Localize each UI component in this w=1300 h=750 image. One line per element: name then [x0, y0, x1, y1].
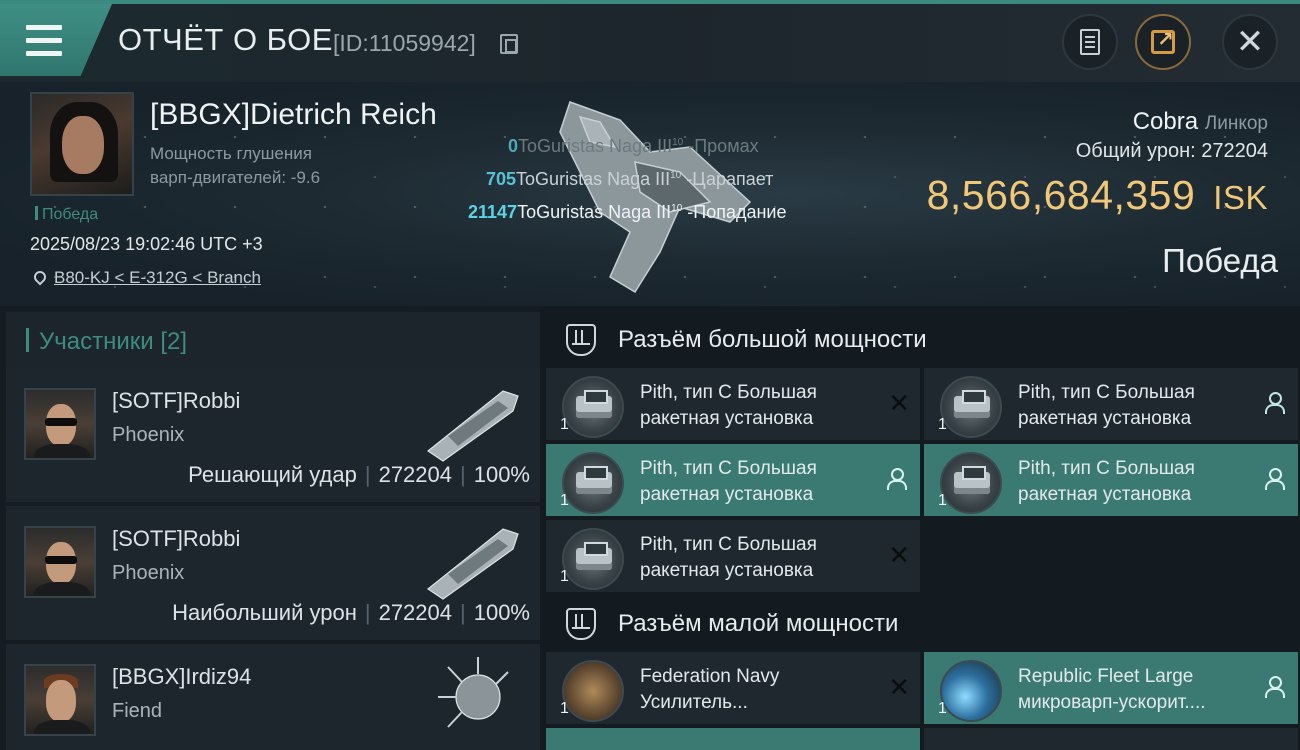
module-slot[interactable]	[546, 728, 920, 750]
top-bar: ОТЧЁТ О БОЕ [ID:11059942] ✕	[0, 0, 1300, 82]
module-slot[interactable]: 1 Federation Navy Усилитель... ✕	[546, 652, 920, 724]
participants-header: Участники [2]	[6, 312, 540, 368]
module-slot[interactable]: 1 Republic Fleet Large микроварп-ускорит.…	[924, 652, 1298, 724]
menu-button[interactable]	[0, 4, 112, 76]
dropped-person-icon	[886, 468, 907, 490]
copy-id-icon[interactable]	[500, 34, 518, 54]
module-name: Pith, тип C Большая ракетная установка	[640, 382, 817, 429]
participant-stats: Наибольший урон | 272204 | 100%	[172, 600, 530, 625]
hamburger-icon	[26, 21, 62, 60]
destroyed-icon: ✕	[888, 388, 910, 418]
isk-value: 8,566,684,359 ISK	[926, 172, 1268, 218]
hit-entry-graze: 705ToGuristas Naga III10 -Царапает	[486, 169, 774, 189]
kill-location[interactable]: B80-KJ < E-312G < Branch	[31, 268, 261, 288]
missile-launcher-icon	[940, 376, 1002, 438]
participant-name: [BBGX]Irdiz94	[112, 664, 252, 689]
participant-row[interactable]: [BBGX]Irdiz94 Fiend	[6, 644, 540, 750]
module-slot[interactable]: 1 Pith, тип C Большая ракетная установка …	[546, 368, 920, 440]
kill-datetime: 2025/08/23 19:02:46 UTC +3	[30, 234, 263, 254]
participant-name: [SOTF]Robbi	[112, 388, 241, 413]
participant-ship: Phoenix	[112, 562, 185, 584]
close-button[interactable]: ✕	[1222, 14, 1278, 70]
avatar[interactable]	[24, 664, 96, 736]
victim-portrait[interactable]	[30, 92, 134, 196]
amplifier-icon	[562, 660, 624, 722]
microwarpdrive-icon	[940, 660, 1002, 722]
avatar[interactable]	[24, 388, 96, 460]
hit-entry-miss: 0ToGuristas Naga III10 -Промах	[508, 136, 759, 156]
missile-launcher-icon	[562, 528, 624, 590]
participant-ship-image	[438, 657, 509, 728]
warp-scramble-stat: Мощность глушения варп-двигателей: -9.6	[150, 144, 321, 187]
hit-log: 0ToGuristas Naga III10 -Промах 705ToGuri…	[440, 128, 860, 227]
outcome-label: Победа	[1162, 242, 1278, 279]
dropped-person-icon	[1264, 468, 1285, 490]
dropped-person-icon	[1264, 676, 1285, 698]
module-slot[interactable]: 1 Pith, тип C Большая ракетная установка …	[546, 520, 920, 592]
participant-ship-image	[426, 528, 519, 600]
destroyed-icon: ✕	[888, 540, 910, 570]
missile-launcher-icon	[940, 452, 1002, 514]
hit-entry-hit: 21147ToGuristas Naga III10 -Попадание	[468, 202, 787, 222]
participant-stats: Решающий удар | 272204 | 100%	[188, 462, 530, 487]
low-slot-icon	[566, 608, 596, 640]
module-slot[interactable]	[924, 728, 1298, 750]
report-id: [ID:11059942]	[333, 30, 476, 56]
module-name: Federation Navy Усилитель...	[640, 666, 780, 713]
share-button[interactable]	[1135, 14, 1191, 70]
location-link[interactable]: B80-KJ < E-312G < Branch	[54, 268, 261, 287]
high-slot-icon	[566, 324, 596, 356]
close-icon: ✕	[1235, 23, 1265, 61]
participant-name: [SOTF]Robbi	[112, 526, 241, 551]
participant-row[interactable]: [SOTF]Robbi Phoenix Наибольший урон | 2722…	[6, 506, 540, 640]
result-tag: Победа	[35, 206, 98, 224]
fitting-panel: Разъём большой мощности 1 Pith, тип C Бо…	[540, 306, 1300, 750]
module-name: Pith, тип C Большая ракетная установка	[640, 534, 817, 581]
module-slot[interactable]: 1 Pith, тип C Большая ракетная установка	[924, 444, 1298, 516]
participant-ship: Fiend	[112, 700, 163, 722]
destroyed-icon: ✕	[888, 672, 910, 702]
high-slot-header: Разъём большой мощности	[546, 312, 1300, 368]
clipboard-icon	[1080, 29, 1100, 55]
victim-name[interactable]: [BBGX]Dietrich Reich	[150, 98, 437, 132]
avatar[interactable]	[24, 526, 96, 598]
participant-ship: Phoenix	[112, 424, 185, 446]
kill-summary-panel: [BBGX]Dietrich Reich Мощность глушения в…	[0, 82, 1300, 306]
location-pin-icon	[31, 268, 49, 286]
page-title: ОТЧЁТ О БОЕ	[118, 22, 333, 57]
dropped-person-icon	[1264, 392, 1285, 414]
module-slot[interactable]: 1 Pith, тип C Большая ракетная установка	[546, 444, 920, 516]
missile-launcher-icon	[562, 452, 624, 514]
low-slot-header: Разъём малой мощности	[546, 596, 1300, 652]
module-slot[interactable]: 1 Pith, тип C Большая ракетная установка	[924, 368, 1298, 440]
total-damage: Общий урон: 272204	[1075, 140, 1268, 162]
module-name: Pith, тип C Большая ракетная установка	[640, 458, 817, 505]
participant-row[interactable]: [SOTF]Robbi Phoenix Решающий удар | 272204…	[6, 368, 540, 502]
victim-ship[interactable]: Cobra Линкор	[1133, 108, 1268, 136]
participant-ship-image	[426, 390, 519, 462]
clipboard-button[interactable]	[1062, 14, 1118, 70]
missile-launcher-icon	[562, 376, 624, 438]
module-name: Republic Fleet Large микроварп-ускорит...…	[1018, 666, 1206, 713]
module-name: Pith, тип C Большая ракетная установка	[1018, 382, 1195, 429]
participants-panel: Участники [2] [SOTF]Robbi Phoenix Решающ…	[0, 306, 540, 750]
share-icon	[1151, 27, 1175, 54]
module-name: Pith, тип C Большая ракетная установка	[1018, 458, 1195, 505]
